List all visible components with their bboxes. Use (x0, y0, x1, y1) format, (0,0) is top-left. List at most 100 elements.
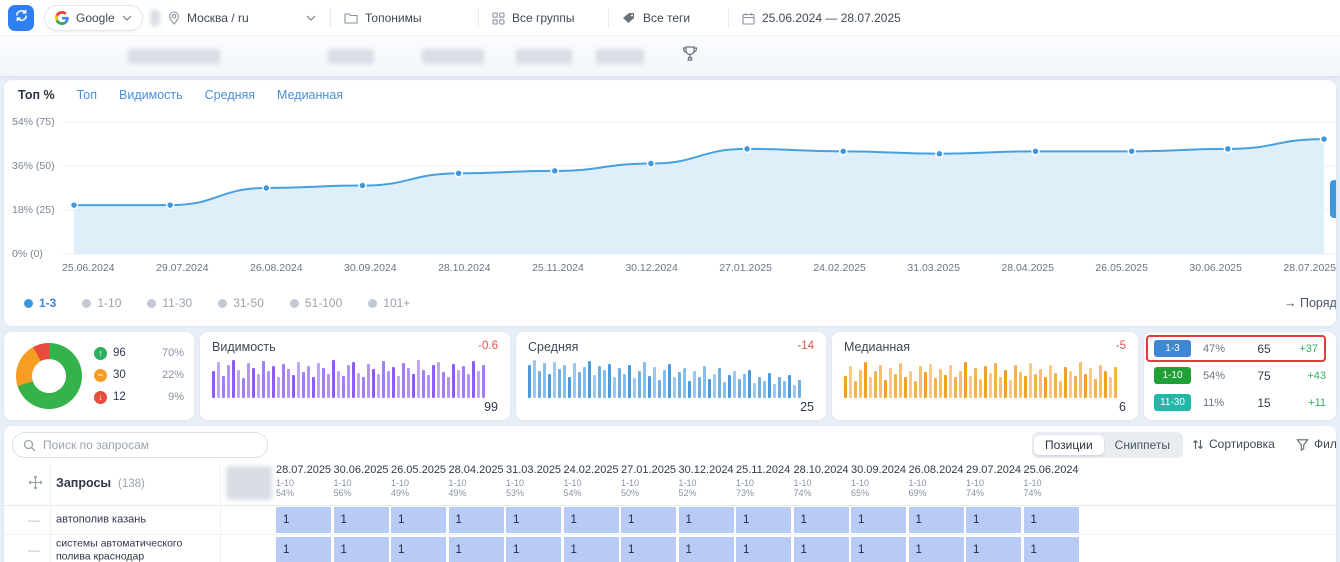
position-cell[interactable]: 1 (1024, 537, 1079, 562)
date-column-header[interactable]: 30.06.20251-1056% (334, 464, 392, 498)
search-engine-select[interactable]: Google (44, 5, 143, 31)
toponyms-button[interactable]: Топонимы (344, 5, 421, 31)
tag-icon (622, 12, 636, 24)
tab-видимость[interactable]: Видимость (119, 88, 183, 102)
date-column-header[interactable]: 26.05.20251-1049% (391, 464, 449, 498)
order-link-label: Порядок (1300, 296, 1336, 310)
position-cell[interactable]: 1 (449, 507, 504, 533)
trophy-icon[interactable] (682, 45, 698, 68)
region-select[interactable]: Москва / ru (168, 5, 316, 31)
position-cell[interactable]: 1 (276, 507, 331, 533)
position-cell[interactable]: 1 (391, 537, 446, 562)
queries-header-label: Запросы (56, 476, 111, 490)
date-column-header[interactable]: 31.03.20251-1053% (506, 464, 564, 498)
table-row[interactable]: —автополив казань11111111111111 (4, 506, 1336, 535)
tags-button[interactable]: Все теги (622, 5, 690, 31)
position-cell[interactable]: 1 (679, 537, 734, 562)
date-column-header[interactable]: 26.08.20241-1069% (909, 464, 967, 498)
queries-header[interactable]: Запросы (138) (56, 476, 145, 490)
legend-item-101+[interactable]: 101+ (368, 296, 410, 310)
position-cell[interactable]: 1 (851, 537, 906, 562)
position-cell[interactable]: 1 (794, 507, 849, 533)
sync-button[interactable] (8, 5, 34, 31)
position-cell[interactable]: 1 (564, 537, 619, 562)
position-cell[interactable]: 1 (506, 537, 561, 562)
sparkline-bar (352, 362, 355, 398)
top-percent-chart[interactable] (62, 114, 1336, 264)
tab-топ-[interactable]: Топ % (18, 88, 55, 102)
row-drag-handle[interactable]: — (28, 513, 40, 527)
tab-средняя[interactable]: Средняя (205, 88, 255, 102)
position-cell[interactable]: 1 (449, 537, 504, 562)
date-column-header[interactable]: 28.07.20251-1054% (276, 464, 334, 498)
row-drag-handle[interactable]: — (28, 543, 40, 557)
position-cell[interactable]: 1 (966, 507, 1021, 533)
order-link[interactable]: → Порядок (1284, 296, 1336, 310)
position-cell[interactable]: 1 (621, 537, 676, 562)
y-tick-label: 0% (0) (12, 248, 43, 260)
date-column-header[interactable]: 28.04.20251-1049% (449, 464, 507, 498)
groups-button[interactable]: Все группы (492, 5, 575, 31)
position-cell[interactable]: 1 (334, 507, 389, 533)
position-cell[interactable]: 1 (621, 507, 676, 533)
rank-distribution-donut[interactable] (16, 343, 82, 409)
legend-item-31-50[interactable]: 31-50 (218, 296, 264, 310)
location-pin-icon (168, 11, 180, 25)
position-cell[interactable]: 1 (736, 537, 791, 562)
query-text[interactable]: системы автоматического полива краснодар (56, 537, 216, 562)
position-cell[interactable]: 1 (851, 507, 906, 533)
positions-toggle-option[interactable]: Позиции (1034, 435, 1104, 455)
metric-card-средняя[interactable]: Средняя-1425 (516, 332, 826, 420)
move-crosshair-icon[interactable] (28, 475, 43, 495)
sort-button[interactable]: Сортировка (1192, 437, 1275, 451)
position-cell[interactable]: 1 (909, 537, 964, 562)
sparkline-bar (1029, 363, 1032, 398)
date-column-header[interactable]: 25.06.20241-1074% (1024, 464, 1082, 498)
tab-медианная[interactable]: Медианная (277, 88, 343, 102)
position-cell[interactable]: 1 (679, 507, 734, 533)
chart-scroll-right-button[interactable] (1330, 180, 1336, 218)
position-cell[interactable]: 1 (909, 507, 964, 533)
position-cell[interactable]: 1 (794, 537, 849, 562)
legend-item-1-10[interactable]: 1-10 (82, 296, 121, 310)
sparkline-bar (703, 366, 706, 398)
position-cell[interactable]: 1 (334, 537, 389, 562)
position-cell[interactable]: 1 (506, 507, 561, 533)
metric-card-медианная[interactable]: Медианная-56 (832, 332, 1138, 420)
date-column-header[interactable]: 29.07.20241-1074% (966, 464, 1024, 498)
position-cell[interactable]: 1 (966, 537, 1021, 562)
legend-item-1-3[interactable]: 1-3 (24, 296, 56, 310)
tab-топ[interactable]: Топ (77, 88, 97, 102)
distribution-legend-row[interactable]: ↓129% (94, 386, 184, 408)
search-input[interactable] (43, 438, 243, 452)
table-row[interactable]: — системы автоматического полива краснода… (4, 535, 1336, 562)
date-column-header[interactable]: 24.02.20251-1054% (564, 464, 622, 498)
date-column-header[interactable]: 30.09.20241-1065% (851, 464, 909, 498)
redacted-chip (128, 49, 220, 64)
legend-item-51-100[interactable]: 51-100 (290, 296, 342, 310)
position-cell[interactable]: 1 (1024, 507, 1079, 533)
date-column-header[interactable]: 28.10.20241-1074% (794, 464, 852, 498)
legend-item-11-30[interactable]: 11-30 (147, 296, 192, 310)
date-column-header[interactable]: 27.01.20251-1050% (621, 464, 679, 498)
distribution-legend-row[interactable]: −3022% (94, 364, 184, 386)
query-text[interactable]: автополив казань (56, 513, 216, 526)
query-search[interactable] (12, 432, 268, 458)
sparkline-bar (849, 366, 852, 398)
distribution-legend-row[interactable]: ↑9670% (94, 342, 184, 364)
rank-row-1-10[interactable]: 1-1054%75+43 (1144, 362, 1336, 389)
snippets-toggle-option[interactable]: Сниппеты (1104, 435, 1181, 455)
date-range-picker[interactable]: 25.06.2024 — 28.07.2025 (742, 5, 901, 31)
rank-row-1-3[interactable]: 1-347%65+37 (1146, 335, 1326, 362)
date-column-header[interactable]: 25.11.20241-1073% (736, 464, 794, 498)
position-cell[interactable]: 1 (391, 507, 446, 533)
rank-row-11-30[interactable]: 11-3011%15+11 (1144, 389, 1336, 416)
sparkline-bar (447, 377, 450, 398)
position-cell[interactable]: 1 (276, 537, 331, 562)
filter-button[interactable]: Фильтры (1296, 437, 1336, 451)
position-cell[interactable]: 1 (736, 507, 791, 533)
position-cell[interactable]: 1 (564, 507, 619, 533)
metric-card-видимость[interactable]: Видимость-0.699 (200, 332, 510, 420)
sparkline-bar (738, 379, 741, 398)
date-column-header[interactable]: 30.12.20241-1052% (679, 464, 737, 498)
